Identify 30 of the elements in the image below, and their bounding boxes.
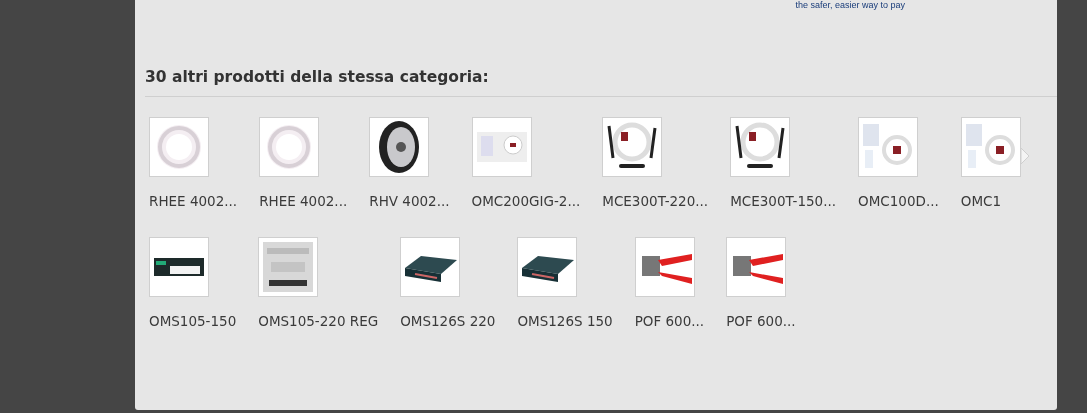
product-link[interactable]: OMC200GIG-2...	[471, 193, 581, 209]
product-thumbnail[interactable]	[634, 237, 695, 297]
product-link[interactable]: RHEE 4002...	[149, 193, 238, 209]
product-link[interactable]: MCE300T-150...	[730, 193, 837, 209]
section-title: 30 altri prodotti della stessa categoria:	[145, 68, 1057, 97]
product-thumbnail[interactable]	[517, 237, 578, 297]
product-thumbnail[interactable]	[730, 117, 791, 177]
product-link[interactable]: POF 600...	[634, 313, 705, 329]
product-thumbnail[interactable]	[149, 237, 209, 297]
product-thumbnail[interactable]	[858, 117, 919, 177]
product-link[interactable]: OMS126S 220	[400, 313, 496, 329]
product-link[interactable]: OMS105-220 REG	[258, 313, 379, 329]
product-thumbnail[interactable]	[149, 117, 209, 177]
product-link[interactable]: POF 600...	[726, 313, 796, 329]
product-thumbnail[interactable]	[602, 117, 663, 177]
product-link[interactable]: OMS105-150	[149, 313, 237, 329]
product-thumbnail[interactable]	[258, 237, 319, 297]
product-thumbnail[interactable]	[259, 117, 320, 177]
product-thumbnail[interactable]	[471, 117, 532, 177]
paypal-tagline: the safer, easier way to pay	[795, 0, 905, 10]
product-link[interactable]: MCE300T-220...	[602, 193, 709, 209]
product-thumbnail[interactable]	[400, 237, 461, 297]
product-thumbnail[interactable]	[369, 117, 430, 177]
product-link[interactable]: OMS126S 150	[517, 313, 613, 329]
product-thumbnail[interactable]	[960, 117, 1021, 177]
product-link[interactable]: OMC1	[960, 193, 1002, 209]
product-thumbnail[interactable]	[726, 237, 787, 297]
product-link[interactable]: RHV 4002...	[369, 193, 450, 209]
product-link[interactable]: OMC100D...	[858, 193, 939, 209]
product-link[interactable]: RHEE 4002...	[259, 193, 348, 209]
